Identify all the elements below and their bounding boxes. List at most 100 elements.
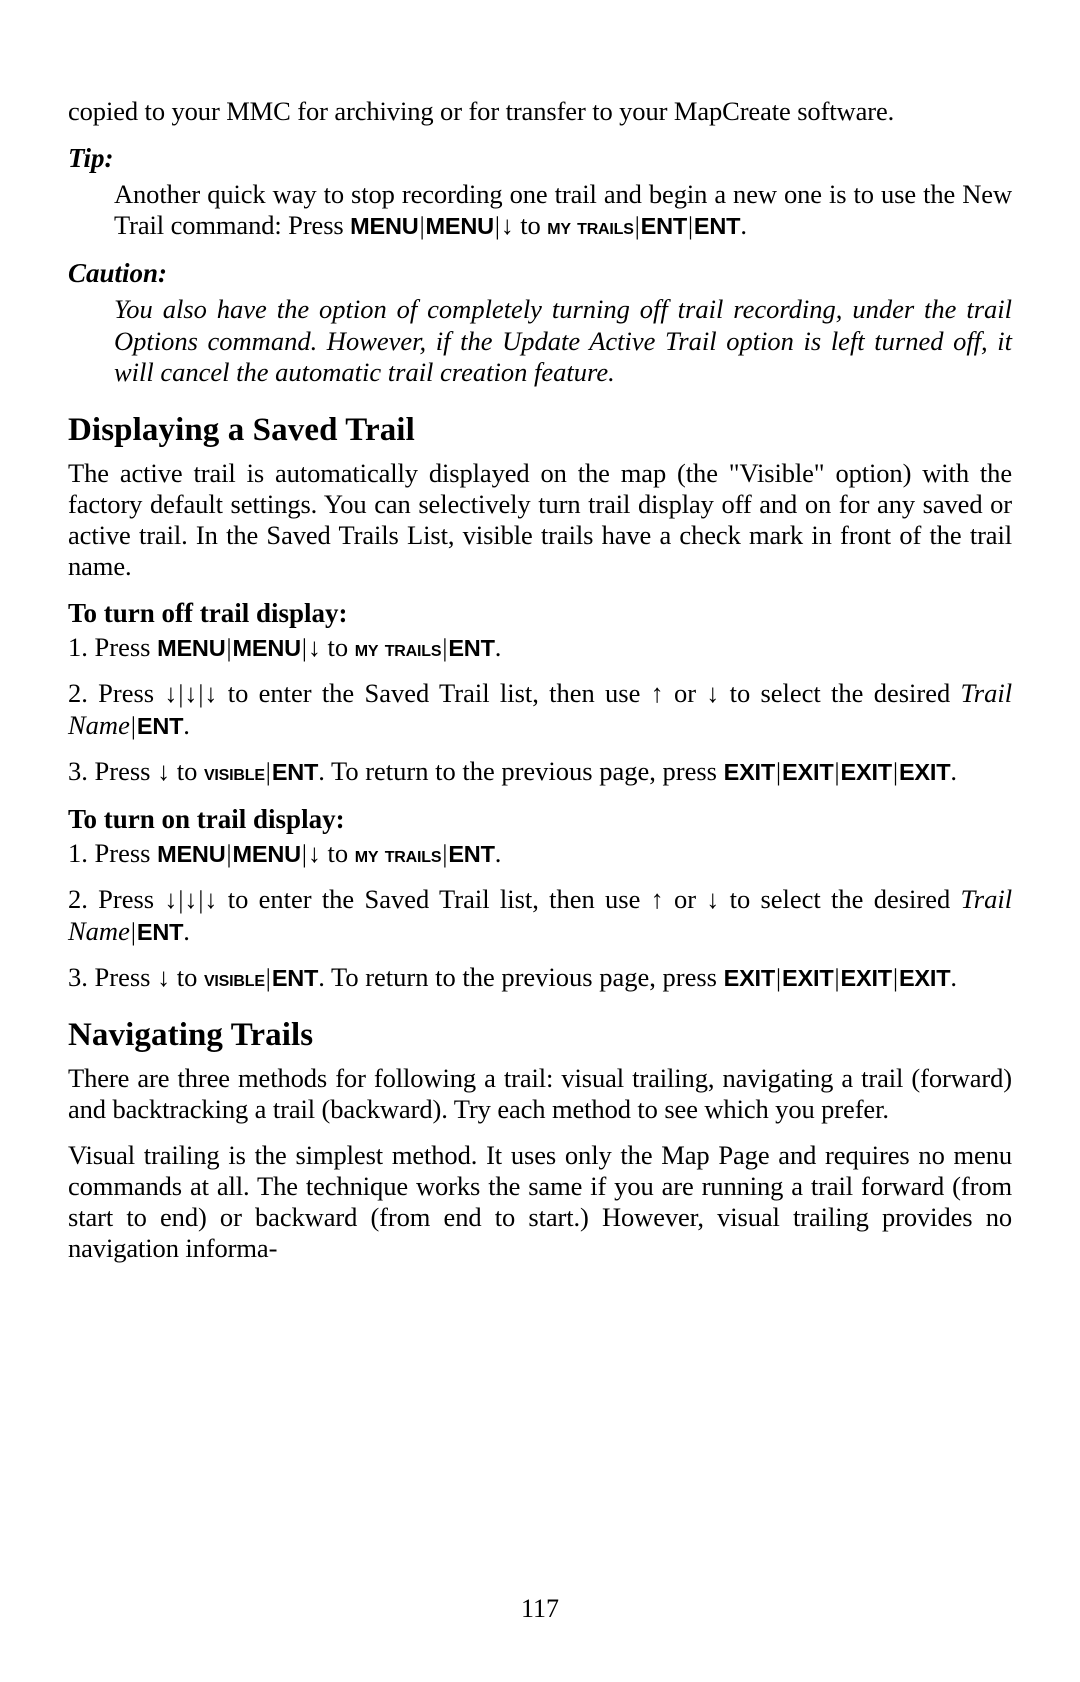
key-separator: | <box>226 840 232 868</box>
arrow-down-icon: ↓ <box>307 632 321 662</box>
arrow-down-icon: ↓ <box>164 678 178 708</box>
key-exit: EXIT <box>723 758 776 785</box>
key-menu: MENU <box>425 213 494 239</box>
key-ent: ENT <box>693 213 741 239</box>
step-to-word: to <box>176 755 198 786</box>
key-menu: MENU <box>232 634 302 661</box>
turn-on-step-1: 1. Press MENU|MENU|↓ to My Trails|ENT. <box>68 838 1012 870</box>
key-menu: MENU <box>157 634 226 661</box>
key-visible: Visible <box>203 758 265 785</box>
sentence-period: . <box>950 755 958 786</box>
key-separator: | <box>301 840 307 868</box>
tip-heading: Tip: <box>68 143 114 173</box>
step-mid-text: . To return to the previous page, press <box>318 755 717 786</box>
subheading-turn-off: To turn off trail display: <box>68 597 348 628</box>
key-separator: | <box>834 758 840 786</box>
turn-on-step-3: 3. Press ↓ to Visible|ENT. To return to … <box>68 962 1012 994</box>
step-or-word: or <box>673 677 697 708</box>
caution-block: Caution: You also have the option of com… <box>68 257 1012 389</box>
arrow-down-icon: ↓ <box>307 838 321 868</box>
key-exit: EXIT <box>840 964 893 991</box>
step-mid-text: . To return to the previous page, press <box>318 961 717 992</box>
arrow-down-icon: ↓ <box>204 884 218 914</box>
arrow-down-icon: ↓ <box>184 884 198 914</box>
key-separator: | <box>892 964 898 992</box>
page-number: 117 <box>520 1594 560 1623</box>
key-exit: EXIT <box>782 758 834 785</box>
step-number: 1. Press <box>68 631 151 662</box>
sentence-period: . <box>494 631 502 662</box>
key-ent: ENT <box>448 634 495 661</box>
key-separator: | <box>301 634 307 662</box>
step-number: 3. Press <box>68 961 151 992</box>
step-tail-text: to select the desired <box>729 677 951 708</box>
sentence-period: . <box>183 709 190 740</box>
key-ent: ENT <box>640 213 688 239</box>
arrow-down-icon: ↓ <box>184 678 198 708</box>
key-menu: MENU <box>350 213 419 239</box>
step-mid-text: to enter the Saved Trail list, then use <box>227 677 641 708</box>
step-tail-text: to select the desired <box>729 883 951 914</box>
step-to-word: to <box>327 837 349 868</box>
turn-off-step-2: 2. Press ↓|↓|↓ to enter the Saved Trail … <box>68 678 1012 742</box>
turn-off-step-3: 3. Press ↓ to Visible|ENT. To return to … <box>68 756 1012 788</box>
key-my-trails: My Trails <box>547 213 634 239</box>
key-separator: | <box>634 213 640 240</box>
key-exit: EXIT <box>840 758 893 785</box>
key-separator: | <box>265 758 271 786</box>
sentence-period: . <box>950 961 958 992</box>
sentence-period: . <box>183 915 190 946</box>
key-exit: EXIT <box>723 964 776 991</box>
key-ent: ENT <box>271 964 319 991</box>
document-page: copied to your MMC for archiving or for … <box>0 0 1080 1682</box>
arrow-up-icon: ↑ <box>650 884 664 914</box>
arrow-down-icon: ↓ <box>500 211 514 240</box>
key-exit: EXIT <box>898 964 951 991</box>
key-separator: | <box>892 758 898 786</box>
step-or-word: or <box>673 883 697 914</box>
key-my-trails: My Trails <box>354 634 442 661</box>
step-to-word: to <box>327 631 349 662</box>
arrow-down-icon: ↓ <box>157 756 171 786</box>
arrow-up-icon: ↑ <box>650 678 664 708</box>
sentence-period: . <box>740 210 747 240</box>
key-separator: | <box>130 712 136 740</box>
section-heading-navigating: Navigating Trails <box>68 1016 314 1053</box>
key-ent: ENT <box>271 758 319 785</box>
key-exit: EXIT <box>898 758 951 785</box>
tip-block: Tip: Another quick way to stop recording… <box>68 142 1012 242</box>
arrow-down-icon: ↓ <box>204 678 218 708</box>
navigating-paragraph-1: There are three methods for following a … <box>68 1062 1012 1124</box>
arrow-down-icon: ↓ <box>706 678 720 708</box>
key-ent: ENT <box>136 918 184 945</box>
key-menu: MENU <box>232 840 302 867</box>
step-number: 2. Press <box>68 883 155 914</box>
turn-off-step-1: 1. Press MENU|MENU|↓ to My Trails|ENT. <box>68 632 1012 664</box>
navigating-paragraph-2: Visual trailing is the simplest method. … <box>68 1139 1012 1263</box>
key-exit: EXIT <box>782 964 834 991</box>
key-ent: ENT <box>448 840 495 867</box>
displaying-intro-paragraph: The active trail is automatically displa… <box>68 457 1012 581</box>
key-separator: | <box>494 213 500 240</box>
turn-on-step-2: 2. Press ↓|↓|↓ to enter the Saved Trail … <box>68 884 1012 948</box>
subheading-turn-on: To turn on trail display: <box>68 803 345 834</box>
step-number: 2. Press <box>68 677 155 708</box>
key-separator: | <box>130 918 136 946</box>
key-separator: | <box>776 758 782 786</box>
step-to-word: to <box>176 961 198 992</box>
key-separator: | <box>834 964 840 992</box>
step-mid-text: to enter the Saved Trail list, then use <box>227 883 641 914</box>
key-ent: ENT <box>136 712 184 739</box>
arrow-down-icon: ↓ <box>157 962 171 992</box>
key-separator: | <box>776 964 782 992</box>
key-separator: | <box>688 213 693 240</box>
key-separator: | <box>265 964 271 992</box>
caution-body: You also have the option of completely t… <box>114 294 1012 387</box>
key-my-trails: My Trails <box>354 840 442 867</box>
caution-heading: Caution: <box>68 258 168 288</box>
key-visible: Visible <box>203 964 265 991</box>
arrow-down-icon: ↓ <box>706 884 720 914</box>
tip-to-word: to <box>520 210 541 240</box>
tip-body: Another quick way to stop recording one … <box>114 179 1012 242</box>
arrow-down-icon: ↓ <box>164 884 178 914</box>
